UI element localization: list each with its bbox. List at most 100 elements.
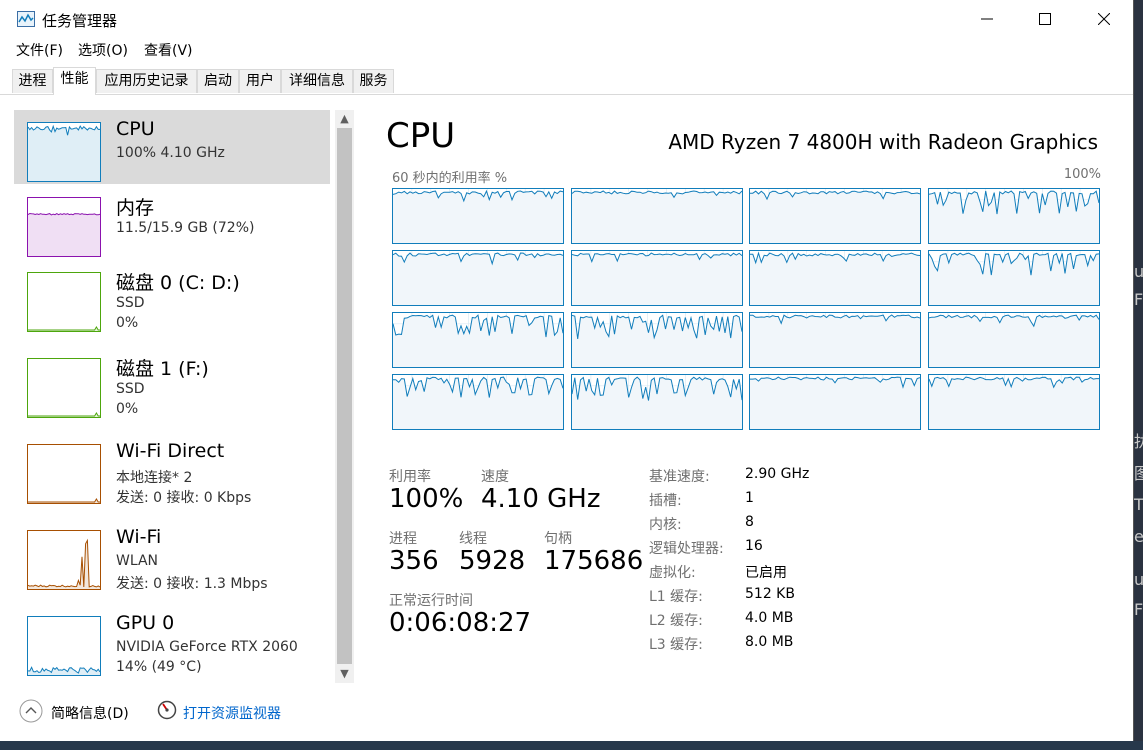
logical-processor-graph [749, 250, 921, 306]
logical-processor-graph [928, 250, 1100, 306]
sidebar-item-disk-0[interactable]: 磁盘 0 (C: D:) SSD 0% [14, 260, 330, 334]
desktop-text-fragment: u [1134, 262, 1143, 281]
logical-processor-graph [392, 188, 564, 244]
sidebar-item-name: Wi-Fi [116, 526, 162, 548]
sidebar-item-wifi[interactable]: Wi-Fi WLAN 发送: 0 接收: 1.3 Mbps [14, 518, 330, 592]
spec-value: 4.0 MB [745, 610, 794, 626]
scrollbar-thumb[interactable] [337, 128, 352, 664]
sidebar-item-detail: 本地连接* 2 [116, 470, 193, 486]
footer-bar: 简略信息(D) 打开资源监视器 [0, 696, 1133, 726]
network-thumbnail-graph [27, 530, 101, 590]
spec-key: 虚拟化: [649, 565, 696, 581]
disk-thumbnail-graph [27, 358, 101, 418]
cpu-model-name: AMD Ryzen 7 4800H with Radeon Graphics [668, 130, 1098, 154]
sidebar-item-name: 磁盘 0 (C: D:) [116, 272, 240, 294]
network-thumbnail-graph [27, 444, 101, 504]
spec-value: 2.90 GHz [745, 466, 810, 482]
desktop-text-fragment: u [1134, 570, 1143, 589]
maximize-icon [1039, 13, 1051, 25]
maximize-button[interactable] [1016, 0, 1074, 38]
logical-processor-graph [571, 188, 743, 244]
speed-label: 速度 [481, 469, 509, 485]
desktop-text-fragment: 扰 [1134, 432, 1143, 451]
minimize-icon [981, 18, 993, 20]
sidebar-item-detail: 发送: 0 接收: 1.3 Mbps [116, 576, 268, 592]
tab-users[interactable]: 用户 [239, 69, 281, 93]
tab-startup[interactable]: 启动 [197, 69, 239, 93]
logical-processor-graph [749, 312, 921, 368]
sidebar-item-detail: SSD [116, 295, 145, 311]
cpu-thumbnail-graph [27, 122, 101, 182]
memory-thumbnail-graph [27, 197, 101, 257]
title-bar[interactable]: 任务管理器 [0, 0, 1133, 38]
task-manager-app-icon [17, 11, 35, 27]
tab-services[interactable]: 服务 [353, 69, 394, 93]
desktop-text-fragment: 图 [1134, 464, 1143, 483]
sidebar-item-cpu[interactable]: CPU 100% 4.10 GHz [14, 110, 330, 184]
chevron-up-circle-icon[interactable] [19, 699, 43, 723]
open-resource-monitor-link[interactable]: 打开资源监视器 [183, 703, 281, 723]
page-title: CPU [386, 116, 456, 156]
tab-details[interactable]: 详细信息 [281, 69, 353, 93]
desktop-text-fragment: T [1134, 495, 1143, 514]
logical-processor-graph [571, 250, 743, 306]
sidebar-item-detail: 14% (49 °C) [116, 659, 202, 675]
minimize-button[interactable] [958, 0, 1016, 38]
logical-processor-graph [392, 312, 564, 368]
sidebar-item-wifi-direct[interactable]: Wi-Fi Direct 本地连接* 2 发送: 0 接收: 0 Kbps [14, 432, 330, 506]
sidebar-item-memory[interactable]: 内存 11.5/15.9 GB (72%) [14, 185, 330, 259]
spec-key: L2 缓存: [649, 613, 703, 629]
desktop-background [1133, 0, 1143, 750]
tab-performance[interactable]: 性能 [53, 67, 96, 95]
spec-key: 插槽: [649, 493, 682, 509]
spec-value: 已启用 [745, 565, 787, 581]
threads-value: 5928 [459, 546, 526, 576]
chevron-up-icon[interactable]: ▲ [335, 110, 354, 128]
menu-view[interactable]: 查看(V) [144, 40, 193, 60]
tab-processes[interactable]: 进程 [12, 69, 53, 93]
menu-options[interactable]: 选项(O) [78, 40, 128, 60]
sidebar-item-detail: NVIDIA GeForce RTX 2060 [116, 639, 298, 655]
logical-processor-graph [928, 188, 1100, 244]
sidebar-scrollbar[interactable]: ▲ ▼ [335, 110, 354, 683]
sidebar-item-detail: 100% 4.10 GHz [116, 145, 225, 161]
sidebar-item-name: 磁盘 1 (F:) [116, 358, 209, 380]
logical-processor-graph [928, 374, 1100, 430]
speed-value: 4.10 GHz [481, 484, 601, 514]
spec-value: 1 [745, 490, 754, 506]
close-button[interactable] [1075, 0, 1133, 38]
threads-label: 线程 [459, 531, 487, 547]
desktop-text-fragment: e [1134, 527, 1143, 546]
fewer-details-button[interactable]: 简略信息(D) [51, 703, 129, 723]
utilization-caption: 60 秒内的利用率 % [392, 171, 508, 186]
gpu-thumbnail-graph [27, 616, 101, 676]
spec-key: L1 缓存: [649, 589, 703, 605]
sidebar-item-detail: WLAN [116, 553, 159, 569]
sidebar-item-name: CPU [116, 118, 155, 140]
logical-processor-graph [928, 312, 1100, 368]
spec-value: 8 [745, 514, 754, 530]
desktop-text-fragment: F [1134, 290, 1143, 309]
sidebar-item-name: Wi-Fi Direct [116, 440, 225, 462]
sidebar-item-detail: 发送: 0 接收: 0 Kbps [116, 490, 252, 506]
spec-key: 基准速度: [649, 469, 710, 485]
sidebar-item-disk-1[interactable]: 磁盘 1 (F:) SSD 0% [14, 346, 330, 420]
utilization-label: 利用率 [389, 469, 431, 485]
uptime-value: 0:06:08:27 [389, 608, 532, 638]
uptime-label: 正常运行时间 [389, 593, 473, 609]
logical-processor-graph [392, 250, 564, 306]
chevron-down-icon[interactable]: ▼ [335, 665, 354, 683]
task-manager-window: 任务管理器 文件(F) 选项(O) 查看(V) 进程 性能 应用历史记录 启动 … [0, 0, 1134, 741]
window-title: 任务管理器 [42, 12, 118, 30]
disk-thumbnail-graph [27, 272, 101, 332]
tab-app-history[interactable]: 应用历史记录 [96, 69, 197, 93]
spec-key: 内核: [649, 517, 682, 533]
logical-processor-graph [749, 374, 921, 430]
menu-file[interactable]: 文件(F) [16, 40, 63, 60]
taskbar-edge [0, 741, 1143, 750]
sidebar-item-gpu-0[interactable]: GPU 0 NVIDIA GeForce RTX 2060 14% (49 °C… [14, 604, 330, 678]
sidebar-item-detail: 0% [116, 401, 139, 417]
processes-label: 进程 [389, 531, 417, 547]
handles-label: 句柄 [544, 531, 572, 547]
desktop-text-fragment: F [1134, 600, 1143, 619]
